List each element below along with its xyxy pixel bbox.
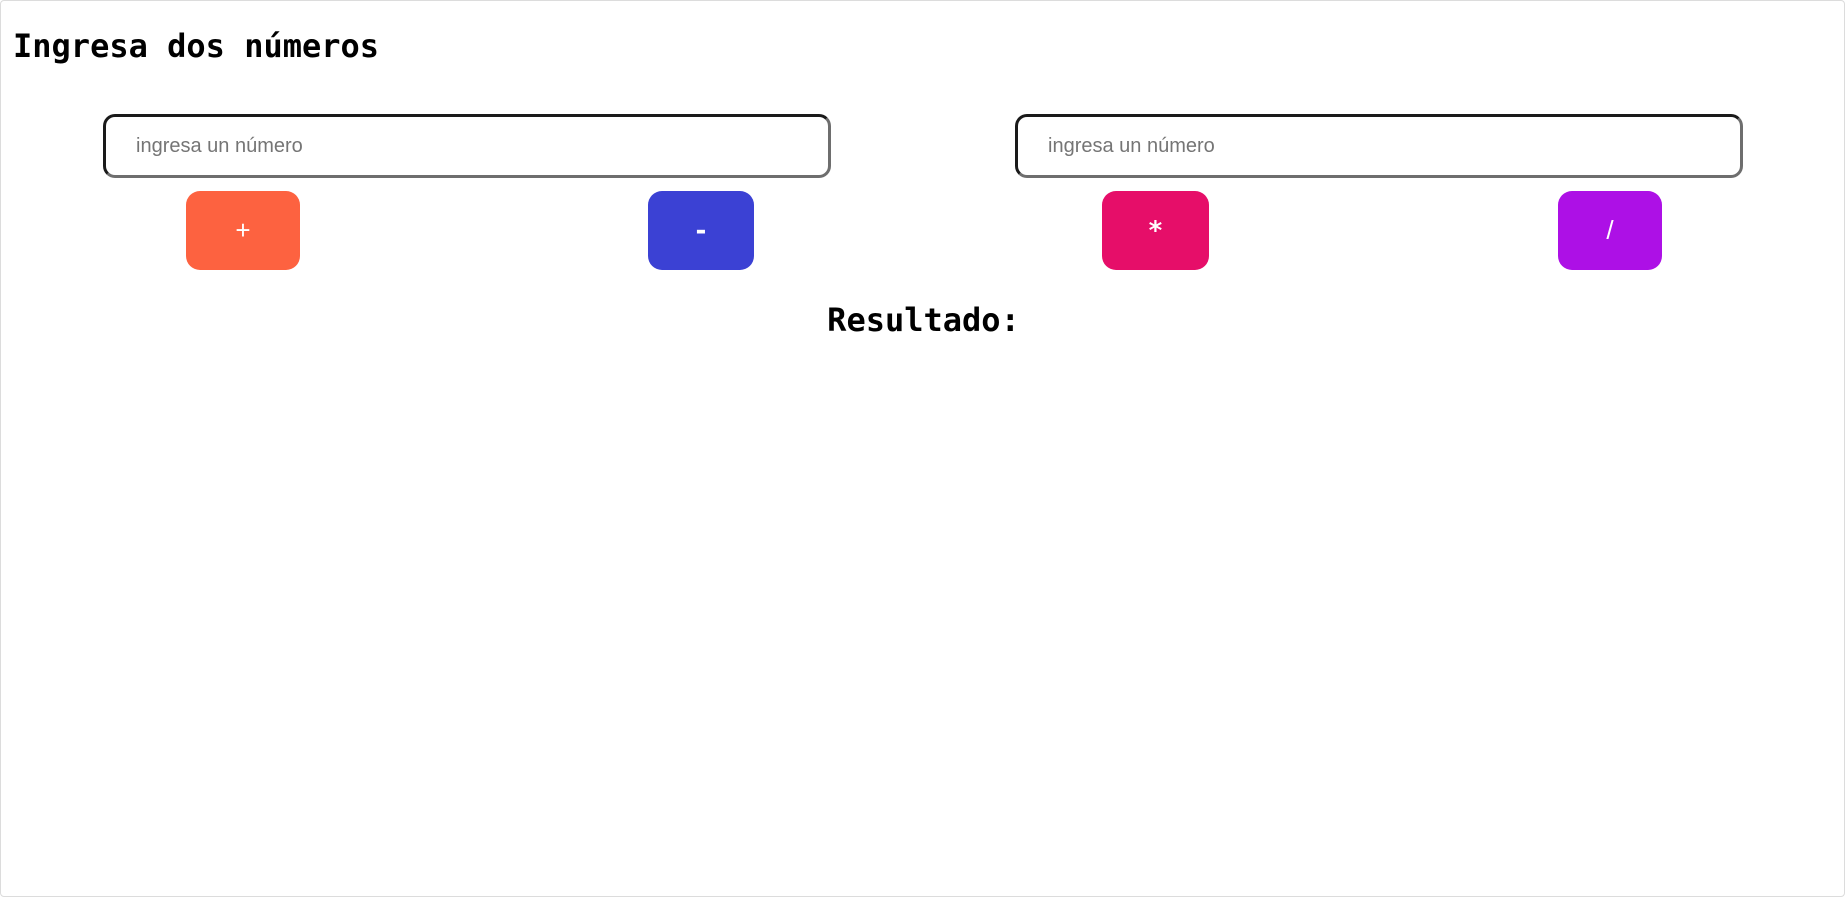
- subtract-button[interactable]: -: [648, 191, 754, 270]
- second-number-input[interactable]: [1015, 114, 1743, 178]
- add-button[interactable]: +: [186, 191, 300, 270]
- calculator-page: Ingresa dos números + - * / Resultado:: [0, 0, 1845, 897]
- page-title: Ingresa dos números: [13, 27, 380, 65]
- divide-button[interactable]: /: [1558, 191, 1662, 270]
- multiply-button[interactable]: *: [1102, 191, 1209, 270]
- first-number-input[interactable]: [103, 114, 831, 178]
- result-label: Resultado:: [827, 301, 1020, 339]
